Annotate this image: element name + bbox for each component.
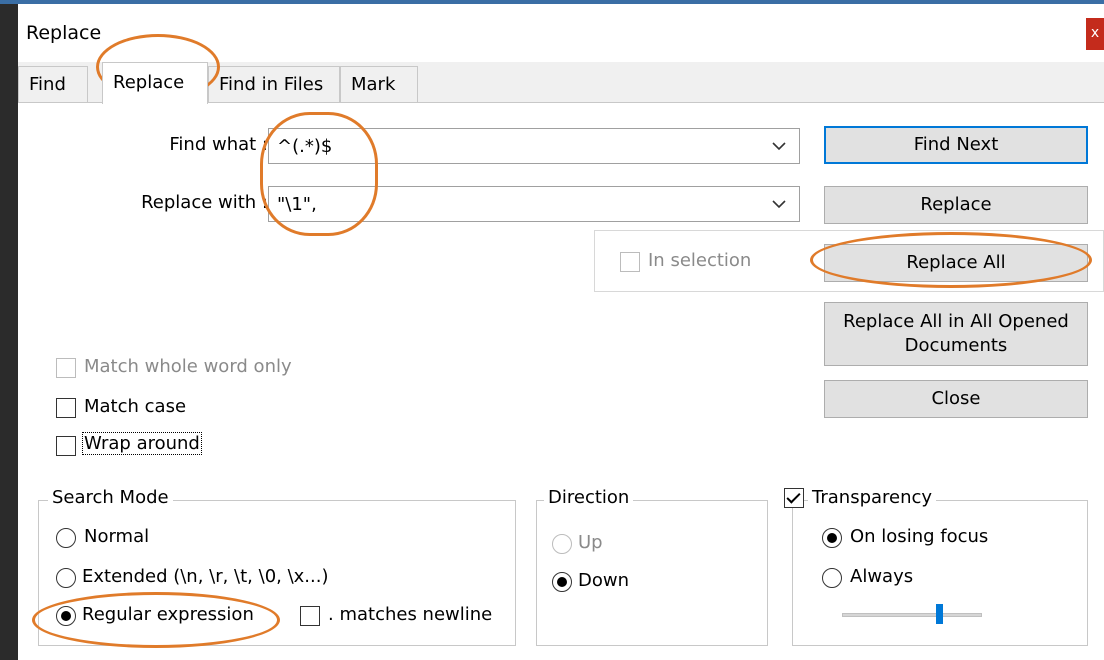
in-selection-checkbox[interactable]: [620, 252, 640, 272]
wrap-around-checkbox[interactable]: [56, 436, 76, 456]
direction-up-label: Up: [578, 532, 603, 553]
find-what-combobox[interactable]: ^(.*)$: [268, 128, 800, 164]
replace-all-opened-label: Replace All in All Opened Documents: [843, 311, 1069, 356]
replace-label: Replace: [920, 194, 992, 215]
tab-replace[interactable]: Replace: [102, 62, 208, 104]
direction-group: [536, 500, 768, 646]
wrap-around-label: Wrap around: [82, 432, 202, 455]
replace-button[interactable]: Replace: [824, 186, 1088, 224]
tab-find-in-files-label: Find in Files: [219, 74, 324, 95]
tab-mark-label: Mark: [351, 74, 396, 95]
window-title: Replace: [26, 22, 102, 44]
direction-down-label: Down: [578, 570, 630, 591]
find-next-button[interactable]: Find Next: [824, 126, 1088, 164]
close-window-button[interactable]: x: [1086, 18, 1104, 50]
close-button[interactable]: Close: [824, 380, 1088, 418]
search-mode-regex-radio[interactable]: [56, 606, 76, 626]
on-losing-focus-label: On losing focus: [850, 526, 989, 547]
always-label: Always: [850, 566, 914, 587]
replace-all-in-all-opened-documents-button[interactable]: Replace All in All Opened Documents: [824, 302, 1088, 366]
replace-with-value: "\1",: [277, 194, 317, 215]
find-what-value: ^(.*)$: [277, 136, 333, 157]
chevron-down-icon[interactable]: [771, 138, 787, 154]
direction-down-radio[interactable]: [552, 572, 572, 592]
in-selection-label: In selection: [648, 250, 752, 271]
search-mode-extended-label: Extended (\n, \r, \t, \0, \x...): [82, 566, 329, 587]
tab-replace-label: Replace: [113, 72, 185, 93]
chevron-down-icon[interactable]: [771, 196, 787, 212]
direction-legend: Direction: [544, 487, 634, 508]
on-losing-focus-radio[interactable]: [822, 528, 842, 548]
match-case-label: Match case: [84, 396, 187, 417]
close-label: Close: [931, 388, 981, 409]
transparency-legend: Transparency: [808, 487, 937, 508]
replace-all-button[interactable]: Replace All: [824, 244, 1088, 282]
transparency-slider-thumb[interactable]: [936, 604, 943, 624]
tab-find-label: Find: [29, 74, 66, 95]
match-case-checkbox[interactable]: [56, 398, 76, 418]
search-mode-normal-label: Normal: [84, 526, 150, 547]
search-mode-regex-label: Regular expression: [82, 604, 254, 625]
search-mode-extended-radio[interactable]: [56, 568, 76, 588]
find-next-label: Find Next: [913, 134, 999, 155]
tab-find[interactable]: Find: [18, 66, 88, 102]
search-mode-normal-radio[interactable]: [56, 528, 76, 548]
always-radio[interactable]: [822, 568, 842, 588]
transparency-slider-track[interactable]: [842, 613, 982, 617]
title-bar: Replace x: [18, 4, 1104, 62]
replace-dialog: Replace x Find Replace Find in Files Mar…: [18, 4, 1104, 660]
match-whole-word-checkbox[interactable]: [56, 358, 76, 378]
direction-up-radio[interactable]: [552, 534, 572, 554]
match-whole-word-label: Match whole word only: [84, 356, 292, 377]
close-icon: x: [1090, 25, 1100, 41]
search-mode-legend: Search Mode: [48, 487, 173, 508]
replace-with-combobox[interactable]: "\1",: [268, 186, 800, 222]
matches-newline-label: . matches newline: [328, 604, 493, 625]
tab-mark[interactable]: Mark: [340, 66, 418, 102]
replace-all-label: Replace All: [906, 252, 1006, 273]
replace-with-label: Replace with :: [141, 192, 268, 213]
find-what-label: Find what :: [169, 134, 268, 155]
matches-newline-checkbox[interactable]: [300, 606, 320, 626]
tab-find-in-files[interactable]: Find in Files: [208, 66, 340, 102]
transparency-checkbox[interactable]: [784, 488, 804, 508]
